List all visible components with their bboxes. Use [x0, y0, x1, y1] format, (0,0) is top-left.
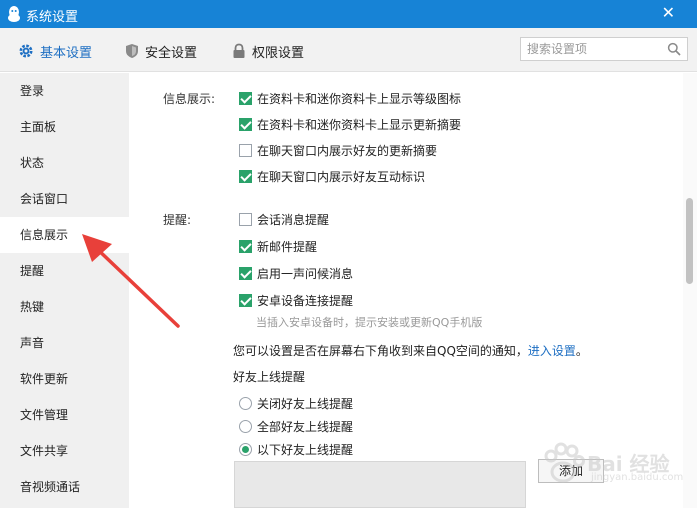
radio-disable-online-reminder[interactable]: 关闭好友上线提醒 [239, 395, 353, 412]
gear-icon [19, 44, 33, 58]
checkbox-icon [239, 294, 252, 307]
checkbox-label: 在资料卡和迷你资料卡上显示更新摘要 [257, 118, 462, 132]
enter-settings-link[interactable]: 进入设置 [528, 344, 576, 358]
checkbox-new-mail-reminder[interactable]: 新邮件提醒 [239, 238, 317, 255]
sidebar-item-login[interactable]: 登录 [0, 73, 129, 109]
shield-icon [126, 44, 138, 58]
radio-label: 全部好友上线提醒 [257, 420, 354, 434]
tab-basic-settings[interactable]: 基本设置 [18, 40, 92, 62]
android-hint-text: 当插入安卓设备时，提示安装或更新QQ手机版 [256, 316, 483, 329]
checkbox-icon [239, 170, 252, 183]
scrollbar-thumb[interactable] [686, 198, 693, 284]
checkbox-label: 在聊天窗口内展示好友互动标识 [257, 170, 426, 184]
qzone-notice-text: 您可以设置是否在屏幕右下角收到来自QQ空间的通知， [233, 344, 528, 358]
search-box [520, 37, 688, 61]
radio-icon [239, 443, 252, 456]
checkbox-chat-friend-summary[interactable]: 在聊天窗口内展示好友的更新摘要 [239, 142, 437, 159]
sidebar-item-status[interactable]: 状态 [0, 145, 129, 181]
window-title: 系统设置 [26, 10, 79, 25]
checkbox-label: 启用一声问候消息 [257, 267, 354, 281]
red-arrow-annotation [82, 234, 180, 328]
checkbox-chat-interaction-badge[interactable]: 在聊天窗口内展示好友互动标识 [239, 168, 425, 185]
sidebar-item-main-panel[interactable]: 主面板 [0, 109, 129, 145]
checkbox-icon [239, 92, 252, 105]
checkbox-icon [239, 118, 252, 131]
radio-all-friends-reminder[interactable]: 全部好友上线提醒 [239, 418, 353, 435]
search-icon[interactable] [667, 42, 681, 56]
checkbox-show-level-icon[interactable]: 在资料卡和迷你资料卡上显示等级图标 [239, 90, 461, 107]
checkbox-session-message-reminder[interactable]: 会话消息提醒 [239, 211, 329, 228]
checkbox-label: 新邮件提醒 [257, 240, 318, 254]
sidebar-item-av-call[interactable]: 音视频通话 [0, 469, 129, 505]
checkbox-icon [239, 240, 252, 253]
lock-icon [233, 43, 245, 58]
qzone-notice-end: 。 [575, 344, 588, 358]
checkbox-icon [239, 213, 252, 226]
selected-friends-list[interactable] [234, 461, 526, 508]
watermark-subtext: jingyan.baidu.com [591, 472, 684, 483]
tab-label: 基本设置 [40, 45, 93, 61]
sidebar-item-file-sharing[interactable]: 文件共享 [0, 433, 129, 469]
checkbox-label: 会话消息提醒 [257, 213, 330, 227]
search-input[interactable] [521, 38, 659, 60]
paw-logo-icon [544, 442, 585, 483]
title-bar: 系统设置 ✕ [0, 0, 697, 28]
sidebar-item-file-management[interactable]: 文件管理 [0, 397, 129, 433]
friend-online-title: 好友上线提醒 [233, 370, 306, 384]
tab-permission-settings[interactable]: 权限设置 [232, 40, 304, 62]
checkbox-greeting-message[interactable]: 启用一声问候消息 [239, 265, 353, 282]
qq-penguin-icon [8, 6, 20, 22]
radio-selected-friends-reminder[interactable]: 以下好友上线提醒 [239, 441, 353, 458]
close-icon[interactable]: ✕ [662, 4, 675, 22]
radio-label: 关闭好友上线提醒 [257, 397, 354, 411]
checkbox-label: 在资料卡和迷你资料卡上显示等级图标 [257, 92, 462, 106]
tab-label: 权限设置 [252, 45, 305, 61]
checkbox-label: 安卓设备连接提醒 [257, 294, 354, 308]
checkbox-icon [239, 144, 252, 157]
info-display-section-label: 信息展示: [163, 92, 216, 106]
reminder-section-label: 提醒: [163, 213, 192, 227]
sidebar-item-software-update[interactable]: 软件更新 [0, 361, 129, 397]
checkbox-show-update-summary[interactable]: 在资料卡和迷你资料卡上显示更新摘要 [239, 116, 461, 133]
settings-tabbar: 基本设置 安全设置 权限设置 [0, 28, 697, 72]
radio-label: 以下好友上线提醒 [257, 443, 354, 457]
radio-icon [239, 397, 252, 410]
baidu-watermark: Bai 经验 jingyan.baidu.com [537, 432, 687, 492]
sidebar-item-chat-window[interactable]: 会话窗口 [0, 181, 129, 217]
radio-icon [239, 420, 252, 433]
checkbox-icon [239, 267, 252, 280]
qzone-notice: 您可以设置是否在屏幕右下角收到来自QQ空间的通知，进入设置。 [233, 342, 588, 359]
checkbox-android-connect-reminder[interactable]: 安卓设备连接提醒 [239, 292, 353, 309]
tab-label: 安全设置 [145, 45, 198, 61]
checkbox-label: 在聊天窗口内展示好友的更新摘要 [257, 144, 438, 158]
tab-security-settings[interactable]: 安全设置 [125, 40, 197, 62]
